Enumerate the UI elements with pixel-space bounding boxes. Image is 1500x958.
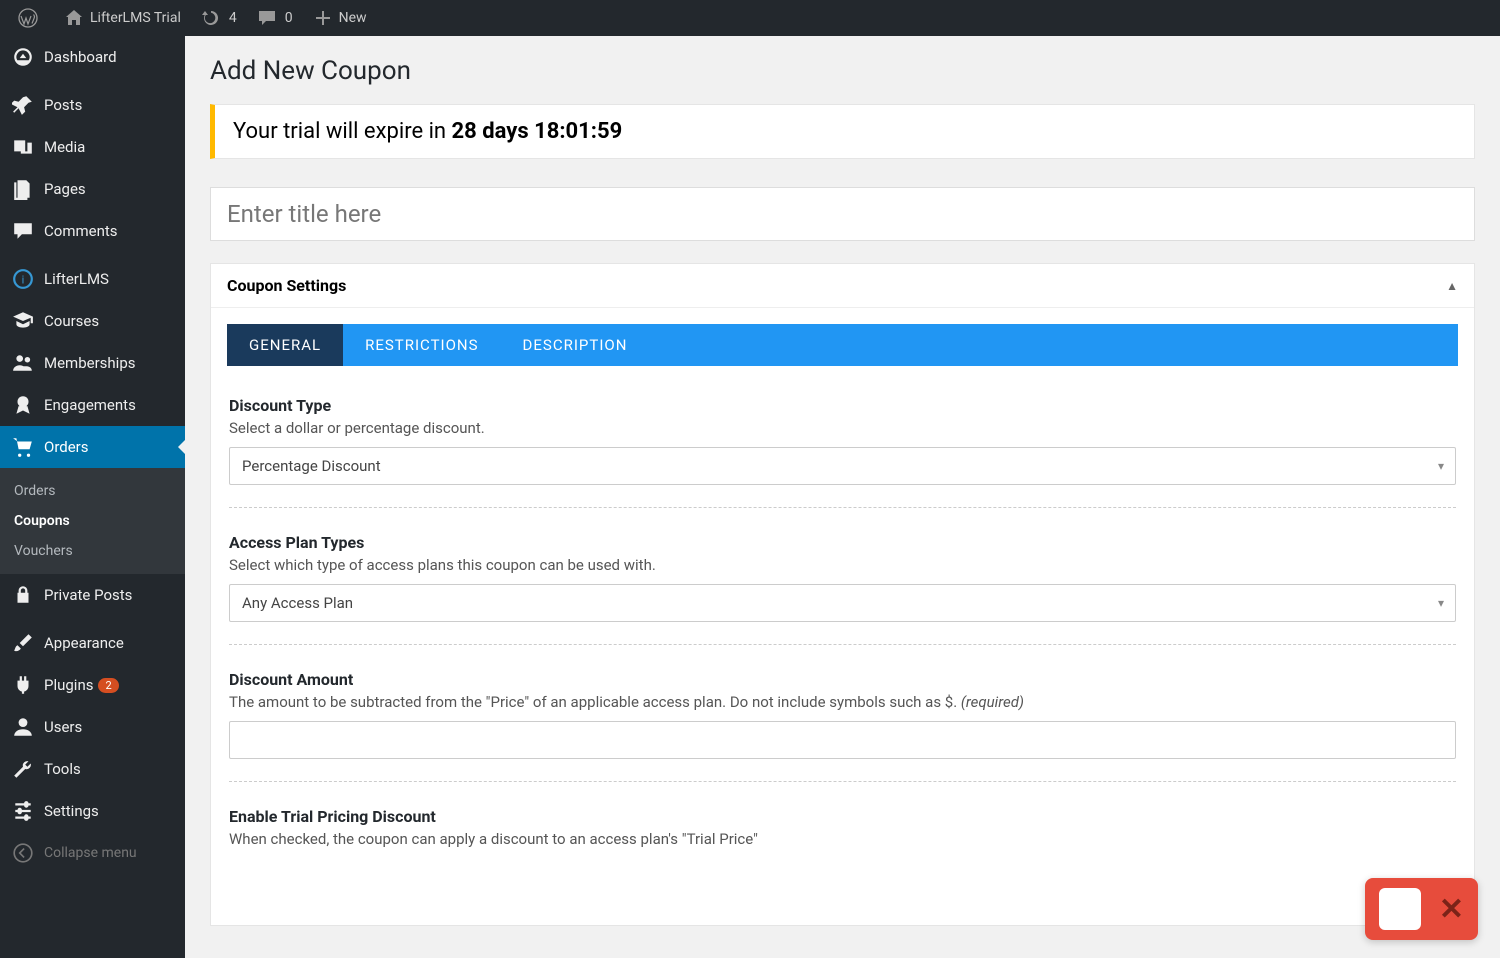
new-label: New — [339, 10, 367, 26]
sidebar-item-dashboard[interactable]: Dashboard — [0, 36, 185, 78]
dashboard-icon — [12, 46, 34, 68]
submenu-vouchers[interactable]: Vouchers — [0, 536, 185, 566]
sidebar-item-engagements[interactable]: Engagements — [0, 384, 185, 426]
settings-tabs: GENERAL RESTRICTIONS DESCRIPTION — [227, 324, 1458, 366]
submenu-orders[interactable]: Orders — [0, 476, 185, 506]
sidebar-item-pages[interactable]: Pages — [0, 168, 185, 210]
trial-prefix: Your trial will expire in — [233, 119, 452, 144]
tab-general[interactable]: GENERAL — [227, 324, 343, 366]
plugins-badge: 2 — [98, 678, 118, 693]
sidebar-item-media[interactable]: Media — [0, 126, 185, 168]
field-trial-discount: Enable Trial Pricing Discount When check… — [229, 807, 1456, 880]
wrench-icon — [12, 758, 34, 780]
sidebar-item-comments[interactable]: Comments — [0, 210, 185, 252]
sidebar-item-plugins[interactable]: Plugins2 — [0, 664, 185, 706]
updates-link[interactable]: 4 — [191, 8, 247, 28]
access-plan-label: Access Plan Types — [229, 533, 1456, 552]
tab-restrictions[interactable]: RESTRICTIONS — [343, 324, 500, 366]
general-fields: Discount Type Select a dollar or percent… — [211, 366, 1474, 925]
discount-amount-label: Discount Amount — [229, 670, 1456, 689]
field-discount-type: Discount Type Select a dollar or percent… — [229, 396, 1456, 508]
discount-amount-input[interactable] — [229, 721, 1456, 759]
pin-icon — [12, 94, 34, 116]
comments-count: 0 — [285, 10, 293, 26]
lock-icon — [12, 584, 34, 606]
page-title: Add New Coupon — [210, 56, 1475, 86]
collapse-toggle[interactable]: ▲ — [1446, 279, 1458, 293]
plugin-icon — [12, 674, 34, 696]
wordpress-icon — [18, 8, 38, 28]
submenu-coupons[interactable]: Coupons — [0, 506, 185, 536]
site-name: LifterLMS Trial — [90, 10, 181, 26]
sidebar-item-settings[interactable]: Settings — [0, 790, 185, 832]
collapse-icon — [12, 842, 34, 864]
comments-link[interactable]: 0 — [247, 8, 303, 28]
sidebar-item-memberships[interactable]: Memberships — [0, 342, 185, 384]
trial-discount-desc: When checked, the coupon can apply a dis… — [229, 830, 1456, 848]
sidebar-item-appearance[interactable]: Appearance — [0, 622, 185, 664]
user-icon — [12, 716, 34, 738]
coupon-settings-box: Coupon Settings ▲ GENERAL RESTRICTIONS D… — [210, 263, 1475, 926]
widget-box[interactable] — [1379, 888, 1421, 930]
discount-type-select[interactable]: Percentage Discount — [229, 447, 1456, 485]
discount-type-desc: Select a dollar or percentage discount. — [229, 419, 1456, 437]
sidebar-item-lifterlms[interactable]: iLifterLMS — [0, 258, 185, 300]
discount-amount-desc: The amount to be subtracted from the "Pr… — [229, 693, 1456, 711]
admin-sidebar: Dashboard Posts Media Pages Comments iLi… — [0, 36, 185, 958]
floating-widget: ✕ — [1365, 878, 1478, 940]
access-plan-desc: Select which type of access plans this c… — [229, 556, 1456, 574]
coupon-title-input[interactable] — [210, 187, 1475, 241]
postbox-header: Coupon Settings ▲ — [211, 264, 1474, 308]
new-link[interactable]: New — [303, 8, 377, 28]
admin-bar: LifterLMS Trial 4 0 New — [0, 0, 1500, 36]
cart-icon — [12, 436, 34, 458]
field-access-plan-types: Access Plan Types Select which type of a… — [229, 533, 1456, 645]
comments-icon — [12, 220, 34, 242]
tab-description[interactable]: DESCRIPTION — [501, 324, 650, 366]
orders-submenu: Orders Coupons Vouchers — [0, 468, 185, 574]
refresh-icon — [201, 8, 221, 28]
field-discount-amount: Discount Amount The amount to be subtrac… — [229, 670, 1456, 782]
award-icon — [12, 394, 34, 416]
brush-icon — [12, 632, 34, 654]
sidebar-item-tools[interactable]: Tools — [0, 748, 185, 790]
discount-type-label: Discount Type — [229, 396, 1456, 415]
sidebar-item-courses[interactable]: Courses — [0, 300, 185, 342]
lifterlms-icon: i — [12, 268, 34, 290]
graduation-icon — [12, 310, 34, 332]
svg-text:i: i — [22, 273, 25, 286]
updates-count: 4 — [229, 10, 237, 26]
collapse-menu[interactable]: Collapse menu — [0, 832, 185, 874]
sidebar-item-private-posts[interactable]: Private Posts — [0, 574, 185, 616]
trial-time: 28 days 18:01:59 — [452, 119, 623, 144]
main-content: Add New Coupon Your trial will expire in… — [185, 36, 1500, 958]
media-icon — [12, 136, 34, 158]
close-icon[interactable]: ✕ — [1439, 892, 1464, 927]
access-plan-select[interactable]: Any Access Plan — [229, 584, 1456, 622]
site-name-link[interactable]: LifterLMS Trial — [54, 8, 191, 28]
plus-icon — [313, 8, 333, 28]
comment-icon — [257, 8, 277, 28]
pages-icon — [12, 178, 34, 200]
group-icon — [12, 352, 34, 374]
sidebar-item-orders[interactable]: Orders — [0, 426, 185, 468]
sidebar-item-users[interactable]: Users — [0, 706, 185, 748]
postbox-title: Coupon Settings — [227, 276, 346, 295]
home-icon — [64, 8, 84, 28]
sidebar-item-posts[interactable]: Posts — [0, 84, 185, 126]
settings-icon — [12, 800, 34, 822]
wp-logo[interactable] — [8, 8, 54, 28]
trial-notice: Your trial will expire in 28 days 18:01:… — [210, 104, 1475, 159]
trial-discount-label: Enable Trial Pricing Discount — [229, 807, 1456, 826]
